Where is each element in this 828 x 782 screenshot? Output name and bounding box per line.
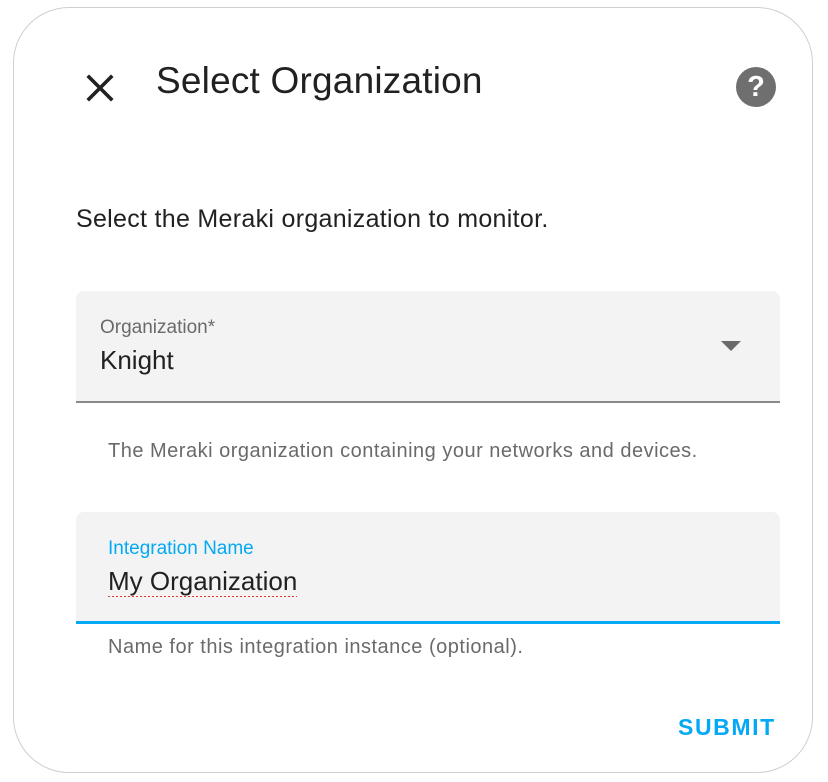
organization-helper-text: The Meraki organization containing your …	[108, 440, 698, 462]
organization-label: Organization*	[100, 317, 216, 338]
dialog-title: Select Organization	[156, 60, 483, 101]
help-button[interactable]: ?	[736, 67, 776, 107]
close-icon	[86, 74, 114, 102]
chevron-down-icon[interactable]	[721, 341, 741, 351]
integration-name-label: Integration Name	[108, 538, 254, 559]
submit-button[interactable]: SUBMIT	[670, 710, 784, 745]
organization-select[interactable]: Organization* Knight	[76, 291, 780, 403]
close-button[interactable]	[80, 68, 120, 108]
select-organization-dialog: Select Organization ? Select the Meraki …	[13, 7, 813, 773]
help-icon: ?	[747, 70, 765, 103]
integration-name-field[interactable]: Integration Name	[76, 512, 780, 624]
dialog-description: Select the Meraki organization to monito…	[76, 205, 549, 233]
integration-name-helper-text: Name for this integration instance (opti…	[108, 636, 524, 658]
integration-name-input[interactable]	[108, 566, 728, 597]
organization-value: Knight	[100, 345, 174, 375]
